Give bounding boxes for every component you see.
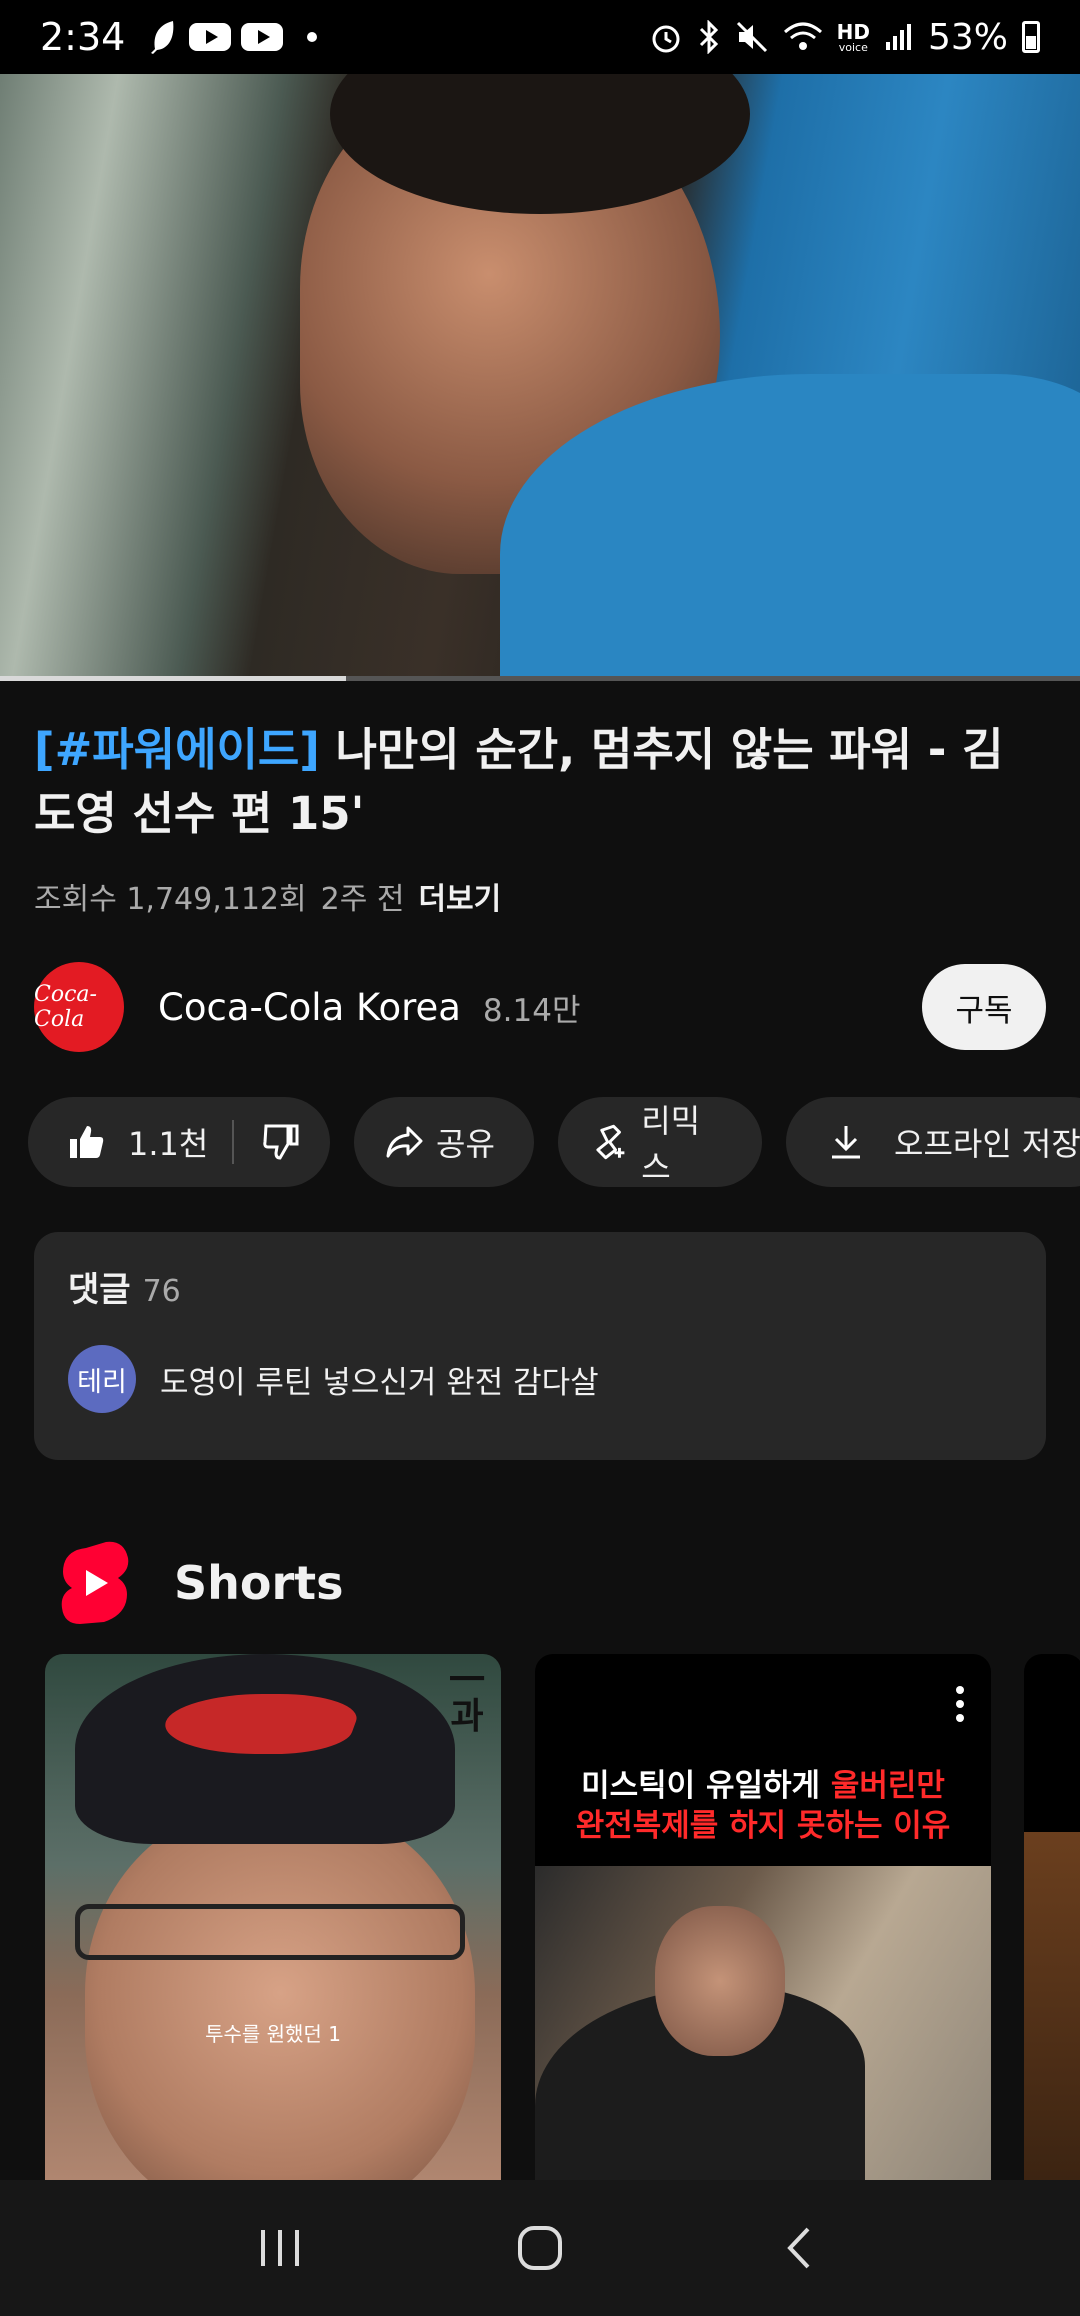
action-bar: 1.1천 공유 리믹스 오프라인 저장	[28, 1097, 1080, 1187]
short-card[interactable]: 투수를 원했던 1 一과	[45, 1654, 501, 2180]
bluetooth-icon	[699, 20, 718, 54]
remix-icon	[596, 1124, 625, 1160]
wifi-icon	[783, 22, 822, 50]
share-button[interactable]: 공유	[354, 1097, 534, 1187]
short-subtitle: 투수를 원했던 1	[205, 2022, 341, 2046]
voice-label: voice	[838, 40, 868, 54]
back-icon	[787, 2227, 810, 2269]
hd-label: HD	[836, 19, 870, 44]
short-caption-line1: 미스틱이 유일하게 울버린만	[535, 1760, 991, 1805]
channel-avatar[interactable]: Coca-Cola	[34, 962, 124, 1052]
status-bar: 2:34 HD voice 53%	[0, 0, 1080, 74]
recent-apps-button[interactable]	[240, 2208, 320, 2288]
top-comment: 테리 도영이 루틴 넣으신거 완전 감다살	[68, 1345, 1012, 1413]
mute-icon	[736, 21, 767, 53]
comments-card[interactable]: 댓글 76 테리 도영이 루틴 넣으신거 완전 감다살	[34, 1232, 1046, 1460]
short-caption-line2: 완전복제를 하지 못하는 이유	[575, 1808, 951, 1844]
offline-save-label: 오프라인 저장	[894, 1125, 1080, 1163]
short-card-partial[interactable]	[1024, 1654, 1080, 2180]
view-count: 조회수 1,749,112회	[34, 882, 307, 917]
remix-button[interactable]: 리믹스	[558, 1097, 762, 1187]
status-time: 2:34	[40, 15, 126, 59]
video-title[interactable]: [#파워에이드] 나만의 순간, 멈추지 않는 파워 - 김도영 선수 편 15…	[34, 718, 1044, 846]
title-hashtag[interactable]: [#파워에이드]	[34, 723, 320, 776]
channel-avatar-logo: Coca-Cola	[34, 982, 97, 1032]
short-card[interactable]: 미스틱이 유일하게 울버린만 완전복제를 하지 못하는 이유	[535, 1654, 991, 2180]
short-thumbnail	[1024, 1832, 1080, 2180]
dislike-icon[interactable]	[260, 1122, 300, 1162]
offline-save-button[interactable]: 오프라인 저장	[786, 1097, 1080, 1187]
commenter-avatar: 테리	[68, 1345, 136, 1413]
home-button[interactable]	[500, 2208, 580, 2288]
system-nav-bar	[0, 2180, 1080, 2316]
shorts-logo-icon	[61, 1541, 129, 1624]
comments-header: 댓글 76	[68, 1262, 1012, 1311]
comment-text: 도영이 루틴 넣으신거 완전 감다살	[160, 1364, 599, 1401]
shorts-title: Shorts	[174, 1556, 344, 1610]
home-icon	[518, 2226, 562, 2270]
alarm-icon	[652, 25, 680, 53]
short-thumb-glasses	[75, 1904, 465, 1960]
upload-age: 2주 전	[320, 882, 405, 917]
comments-count: 76	[142, 1274, 181, 1309]
shorts-header: Shorts	[58, 1538, 344, 1628]
remix-label: 리믹스	[641, 1102, 701, 1186]
short-caption-red: 울버린만	[830, 1768, 945, 1804]
short-thumb-face	[655, 1906, 785, 2056]
channel-name[interactable]: Coca-Cola Korea	[158, 986, 461, 1029]
short-caption-white: 미스틱이 유일하게	[581, 1768, 831, 1804]
short-corner-mark: 一과	[448, 1659, 485, 1737]
hd-voice-icon: HD voice	[837, 22, 870, 53]
short-thumb-face	[85, 1804, 475, 2180]
recent-apps-icon	[261, 2230, 299, 2266]
comments-title: 댓글	[68, 1270, 131, 1310]
video-meta[interactable]: 조회수 1,749,112회 2주 전 더보기	[34, 874, 501, 918]
share-icon	[386, 1126, 423, 1158]
like-divider	[232, 1120, 235, 1164]
video-progress-bar[interactable]	[0, 676, 1080, 681]
system-icons: HD voice 53%	[649, 17, 1040, 58]
subscribe-button[interactable]: 구독	[922, 964, 1046, 1050]
like-dislike-pill: 1.1천	[28, 1097, 330, 1187]
download-icon	[832, 1126, 860, 1159]
youtube-notification-icon	[189, 23, 232, 51]
more-notifications-dot	[307, 32, 318, 42]
battery-percent: 53%	[927, 16, 1008, 58]
back-button[interactable]	[760, 2208, 840, 2288]
notification-icons	[147, 19, 318, 55]
subscriber-count: 8.14만	[482, 992, 581, 1029]
battery-icon	[1022, 21, 1040, 53]
share-label: 공유	[436, 1125, 495, 1163]
feather-icon	[151, 21, 174, 54]
like-icon[interactable]	[66, 1122, 106, 1162]
like-count[interactable]: 1.1천	[128, 1119, 208, 1165]
more-button[interactable]: 더보기	[418, 874, 501, 918]
signal-icon	[885, 24, 911, 50]
video-progress-fill	[0, 676, 346, 681]
video-player[interactable]	[0, 74, 1080, 679]
youtube-notification-icon	[241, 23, 284, 51]
more-vert-icon[interactable]	[955, 1684, 965, 1724]
short-thumbnail	[535, 1866, 991, 2180]
channel-row: Coca-Cola Coca-Cola Korea 8.14만 구독	[34, 962, 1046, 1052]
